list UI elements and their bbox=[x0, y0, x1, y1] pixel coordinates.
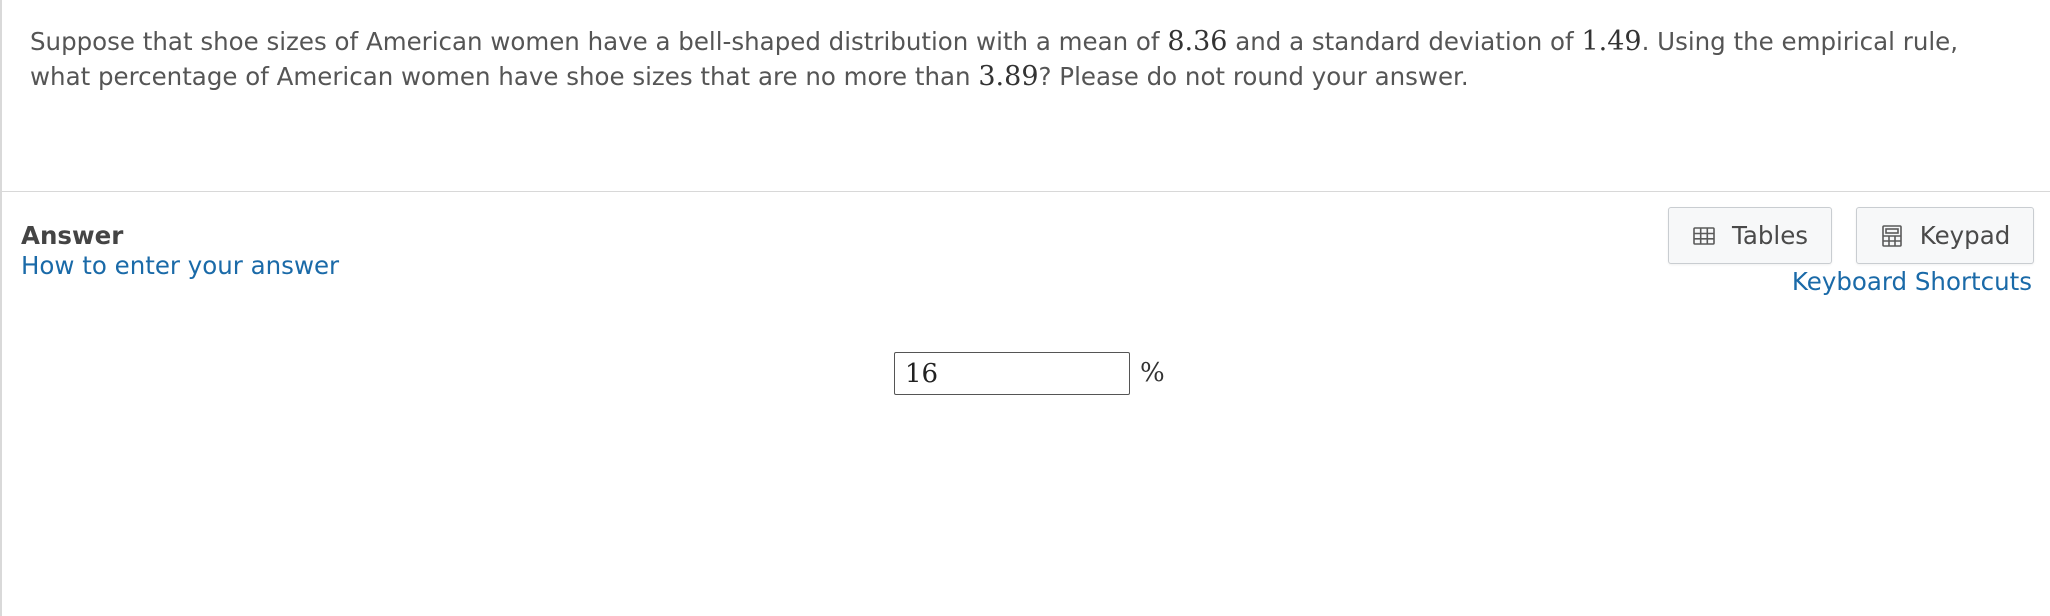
tables-button[interactable]: Tables bbox=[1668, 207, 1832, 264]
calculator-icon bbox=[1880, 224, 1904, 248]
keyboard-shortcuts-link[interactable]: Keyboard Shortcuts bbox=[1792, 266, 2032, 298]
how-to-enter-answer-link[interactable]: How to enter your answer bbox=[21, 250, 339, 282]
question-part-4: ? Please do not round your answer. bbox=[1038, 62, 1469, 91]
question-text: Suppose that shoe sizes of American wome… bbox=[2, 0, 2050, 192]
percent-unit: % bbox=[1140, 358, 1165, 388]
keypad-button-label: Keypad bbox=[1919, 221, 2011, 250]
question-part-1: Suppose that shoe sizes of American wome… bbox=[30, 27, 1168, 56]
tables-button-label: Tables bbox=[1731, 221, 1809, 250]
sd-value: 1.49 bbox=[1581, 26, 1642, 57]
mean-value: 8.36 bbox=[1167, 26, 1228, 57]
table-grid-icon bbox=[1692, 224, 1716, 248]
question-page: Suppose that shoe sizes of American wome… bbox=[0, 0, 2050, 616]
keypad-button[interactable]: Keypad bbox=[1856, 207, 2034, 264]
threshold-value: 3.89 bbox=[978, 61, 1039, 92]
answer-input[interactable] bbox=[894, 352, 1130, 395]
answer-heading: Answer bbox=[21, 221, 124, 250]
question-part-2: and a standard deviation of bbox=[1227, 27, 1582, 56]
